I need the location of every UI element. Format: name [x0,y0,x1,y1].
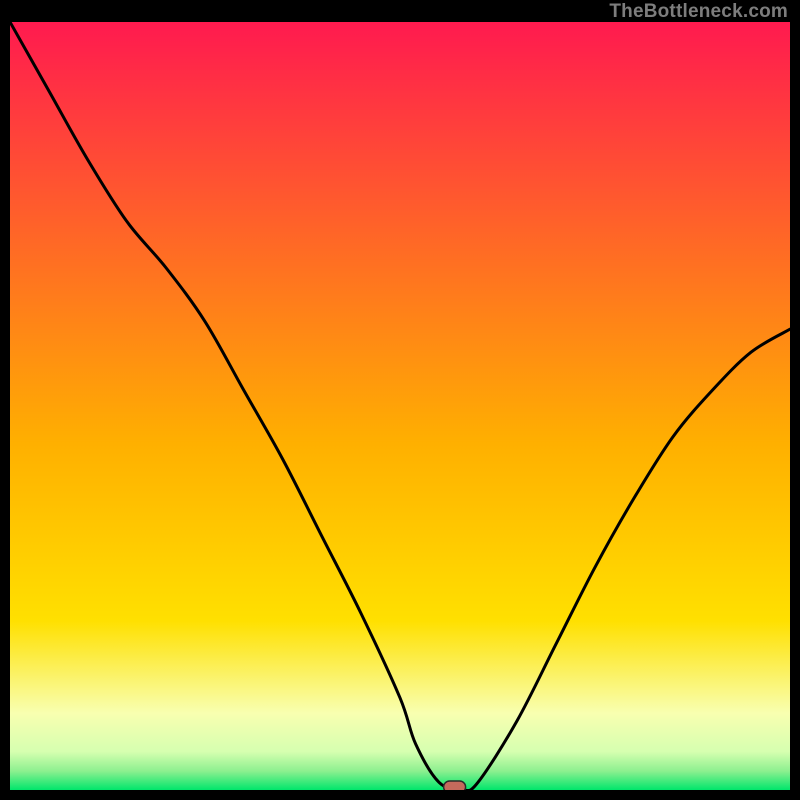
heat-gradient [10,22,790,790]
chart-container: TheBottleneck.com [0,0,800,800]
watermark-text: TheBottleneck.com [609,2,788,21]
plot-svg [10,22,790,790]
optimum-marker [444,781,466,790]
plot-frame [10,22,790,790]
